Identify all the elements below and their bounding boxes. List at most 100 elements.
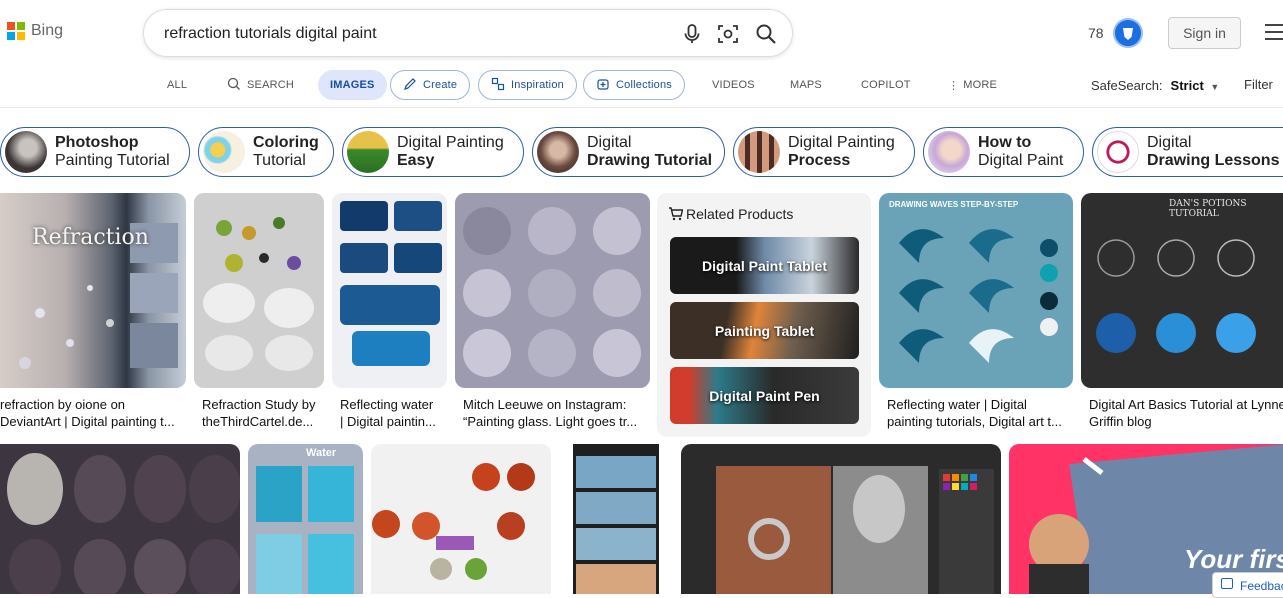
related-chip[interactable]: Photoshop Painting Tutorial — [0, 127, 190, 177]
tab-more-label: MORE — [963, 79, 998, 91]
tab-collections-label: Collections — [616, 79, 673, 91]
result-image[interactable] — [371, 444, 551, 594]
product-card[interactable]: Painting Tablet — [670, 302, 859, 359]
nav-divider — [0, 107, 1283, 108]
chip-thumbnail — [347, 131, 389, 173]
caption-line-1: refraction by oione on — [0, 397, 126, 412]
result-caption[interactable]: refraction by oione on DeviantArt | Digit… — [0, 396, 186, 430]
chip-thumbnail — [928, 131, 970, 173]
chip-label-2: Painting Tutorial — [55, 152, 170, 169]
rewards-medal-icon[interactable] — [1113, 18, 1143, 48]
tab-maps-label: MAPS — [790, 79, 822, 91]
tab-search[interactable]: SEARCH — [227, 70, 294, 100]
feedback-icon — [1221, 578, 1233, 589]
sign-in-button[interactable]: Sign in — [1168, 17, 1241, 49]
product-label: Digital Paint Tablet — [702, 257, 827, 274]
chip-label-1: Digital Painting — [788, 134, 895, 151]
related-chip[interactable]: Coloring Tutorial — [198, 127, 334, 177]
result-image[interactable] — [455, 193, 650, 388]
tab-maps[interactable]: MAPS — [790, 70, 822, 100]
chip-label-1: How to — [978, 134, 1032, 151]
chip-label-1: Digital — [1147, 134, 1192, 151]
tab-inspiration[interactable]: Inspiration — [478, 70, 577, 100]
caption-line-2: Griffin blog — [1089, 414, 1152, 429]
image-overlay-text: Refraction — [32, 225, 149, 250]
result-image[interactable]: Refraction — [0, 193, 186, 388]
caption-line-2: DeviantArt | Digital painting t... — [0, 414, 175, 429]
result-image[interactable]: Water — [248, 444, 363, 594]
result-image[interactable]: DAN'S POTIONS TUTORIAL — [1081, 193, 1283, 388]
result-image[interactable] — [332, 193, 447, 388]
feedback-button[interactable]: Feedback — [1212, 572, 1283, 598]
chip-thumbnail — [203, 131, 245, 173]
chip-thumbnail — [537, 131, 579, 173]
search-box[interactable] — [143, 9, 793, 57]
tab-images-label: IMAGES — [330, 79, 375, 91]
visual-search-icon[interactable] — [716, 22, 740, 46]
image-overlay-text: Your first — [1184, 544, 1283, 574]
tab-all[interactable]: ALL — [167, 70, 187, 100]
search-input[interactable] — [164, 22, 664, 46]
result-caption[interactable]: Mitch Leeuwe on Instagram: “Painting glas… — [463, 396, 643, 430]
chip-label-1: Digital Painting — [397, 134, 504, 151]
safesearch-label: SafeSearch: — [1091, 78, 1163, 93]
chip-thumbnail — [1097, 131, 1139, 173]
tab-inspiration-label: Inspiration — [511, 79, 564, 91]
tab-more[interactable]: ⋮ MORE — [948, 70, 997, 100]
chip-label-2: Tutorial — [253, 152, 306, 169]
caption-line-1: Refraction Study by — [202, 397, 316, 412]
tab-search-label: SEARCH — [247, 79, 295, 91]
related-products-panel: Related Products Digital Paint Tablet Pa… — [657, 193, 871, 437]
related-chip[interactable]: Digital Drawing Tutorial — [532, 127, 725, 177]
feedback-label: Feedback — [1240, 579, 1283, 593]
microsoft-logo-icon — [7, 22, 25, 40]
result-image[interactable] — [194, 193, 324, 388]
chip-label-2: Drawing Tutorial — [587, 152, 713, 169]
product-card[interactable]: Digital Paint Pen — [670, 367, 859, 424]
menu-icon[interactable] — [1265, 24, 1283, 42]
result-image[interactable] — [0, 444, 240, 594]
chevron-down-icon: ▼ — [1210, 82, 1220, 92]
result-image[interactable] — [573, 444, 659, 594]
chip-label-1: Photoshop — [55, 134, 139, 151]
tab-copilot[interactable]: COPILOT — [861, 70, 911, 100]
chip-label-2: Easy — [397, 152, 435, 169]
search-icon[interactable] — [754, 22, 778, 46]
product-label: Painting Tablet — [714, 322, 815, 339]
tab-videos[interactable]: VIDEOS — [712, 70, 755, 100]
related-chip[interactable]: Digital Drawing Lessons — [1092, 127, 1283, 177]
caption-line-2: “Painting glass. Light goes tr... — [463, 414, 638, 429]
result-image[interactable]: DRAWING WAVES STEP-BY-STEP — [879, 193, 1073, 388]
result-image[interactable] — [681, 444, 1001, 594]
chip-thumbnail — [5, 131, 47, 173]
related-chip[interactable]: How to Digital Paint — [923, 127, 1084, 177]
caption-line-2: painting tutorials, Digital art t... — [887, 414, 1062, 429]
related-chip[interactable]: Digital Painting Easy — [342, 127, 524, 177]
cart-icon — [668, 207, 684, 226]
result-caption[interactable]: Reflecting water | Digital paintin... — [340, 396, 455, 430]
safesearch-dropdown[interactable]: SafeSearch: Strict ▼ — [1091, 78, 1219, 93]
result-caption[interactable]: Digital Art Basics Tutorial at Lynne Grif… — [1089, 396, 1283, 430]
reward-points[interactable]: 78 — [1088, 25, 1104, 41]
create-icon — [403, 77, 417, 94]
tab-all-label: ALL — [167, 79, 188, 91]
chip-label-1: Coloring — [253, 134, 319, 151]
result-caption[interactable]: Refraction Study by theThirdCartel.de... — [202, 396, 332, 430]
tab-collections[interactable]: Collections — [583, 70, 686, 100]
microphone-icon[interactable] — [680, 22, 704, 46]
collections-icon — [596, 77, 610, 94]
inspiration-icon — [491, 77, 505, 94]
caption-line-1: Reflecting water — [340, 397, 434, 412]
chip-label-1: Digital — [587, 134, 632, 151]
tab-create[interactable]: Create — [390, 70, 471, 100]
bing-logo[interactable]: Bing — [7, 22, 63, 40]
result-caption[interactable]: Reflecting water | Digital painting tutor… — [887, 396, 1067, 430]
filter-button[interactable]: Filter — [1244, 77, 1273, 92]
product-card[interactable]: Digital Paint Tablet — [670, 237, 859, 294]
related-chip[interactable]: Digital Painting Process — [733, 127, 915, 177]
chip-label-2: Digital Paint — [978, 152, 1064, 169]
caption-line-2: theThirdCartel.de... — [202, 414, 314, 429]
tab-videos-label: VIDEOS — [712, 79, 755, 91]
tab-images[interactable]: IMAGES — [318, 70, 387, 100]
caption-line-1: Reflecting water | Digital — [887, 397, 1027, 412]
